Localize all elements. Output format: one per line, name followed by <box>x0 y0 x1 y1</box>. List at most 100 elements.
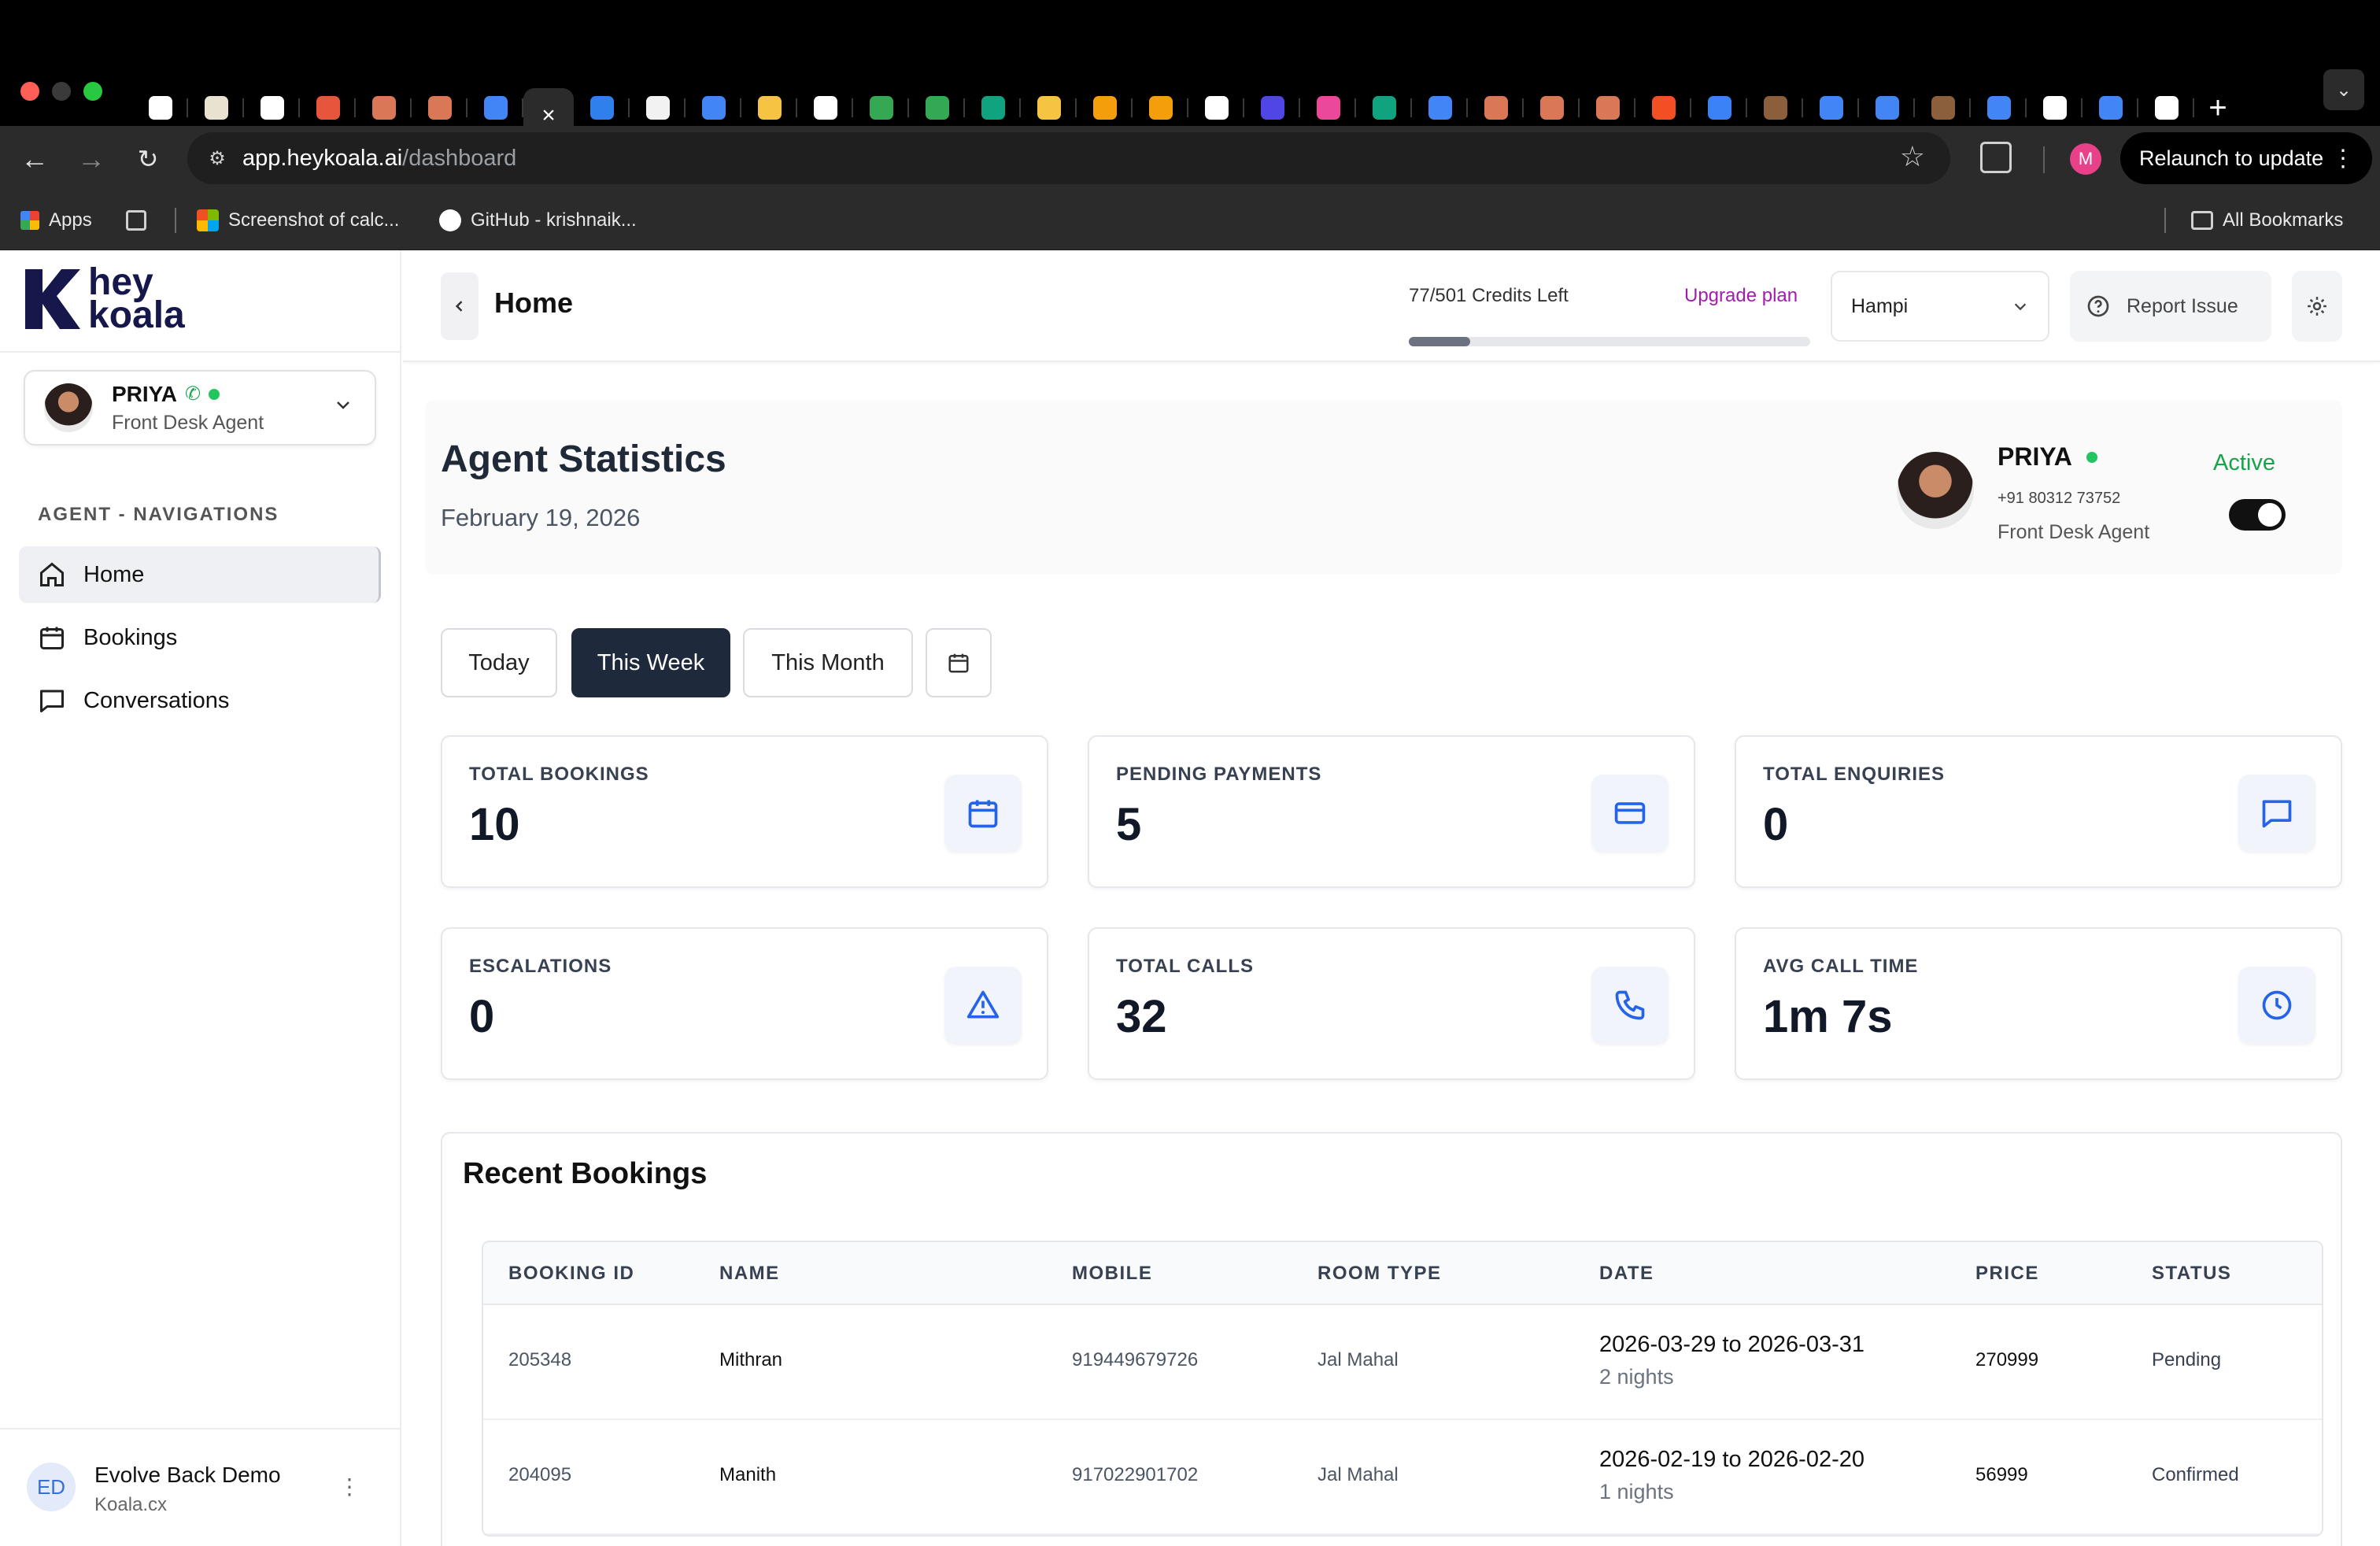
browser-tab[interactable] <box>132 89 188 127</box>
sidebar-item-conversations[interactable]: Conversations <box>19 672 381 729</box>
column-header-date[interactable]: DATE <box>1599 1263 1654 1285</box>
browser-tab[interactable] <box>853 89 909 127</box>
collapse-sidebar-button[interactable] <box>441 272 479 340</box>
stats-header-panel <box>425 400 2342 575</box>
browser-tab[interactable] <box>630 89 686 127</box>
table-row[interactable]: 204095 Manith 917022901702 Jal Mahal 202… <box>483 1420 2322 1535</box>
reload-icon[interactable]: ↻ <box>126 137 170 181</box>
browser-tab[interactable] <box>1412 89 1468 127</box>
upgrade-plan-link[interactable]: Upgrade plan <box>1684 285 1798 307</box>
browser-tab[interactable] <box>1077 89 1133 127</box>
column-header-mobile[interactable]: MOBILE <box>1072 1263 1152 1285</box>
range-today-button[interactable]: Today <box>441 628 557 697</box>
address-bar[interactable]: ⚙ app.heykoala.ai/dashboard ☆ <box>187 132 1950 184</box>
favicon-icon <box>148 96 172 120</box>
relaunch-button[interactable]: Relaunch to update ⋮ <box>2120 132 2372 184</box>
browser-tab[interactable] <box>909 89 965 127</box>
browser-tab[interactable] <box>2027 89 2082 127</box>
site-settings-icon[interactable]: ⚙ <box>201 142 233 174</box>
tab-search-button[interactable]: ⌄ <box>2323 69 2364 110</box>
browser-tab[interactable] <box>797 89 853 127</box>
zoom-window-button[interactable] <box>83 82 102 101</box>
browser-tab[interactable] <box>741 89 797 127</box>
range-this-week-button[interactable]: This Week <box>571 628 730 697</box>
column-header-room-type[interactable]: ROOM TYPE <box>1318 1263 1442 1285</box>
favicon-icon <box>589 96 614 120</box>
url-text[interactable]: app.heykoala.ai/dashboard <box>242 146 516 172</box>
bookmark-apps[interactable]: Apps <box>20 206 92 235</box>
settings-button[interactable] <box>2292 271 2342 342</box>
nights-cell: 2 nights <box>1599 1365 1674 1389</box>
browser-tab[interactable] <box>1971 89 2027 127</box>
stat-value: 1m 7s <box>1763 991 1893 1042</box>
agent-active-toggle[interactable] <box>2229 499 2286 531</box>
back-arrow-icon[interactable]: ← <box>13 137 57 181</box>
browser-tab[interactable] <box>244 89 300 127</box>
heykoala-logo[interactable]: hey koala <box>24 264 185 335</box>
browser-tab[interactable] <box>1580 89 1635 127</box>
browser-tab[interactable] <box>965 89 1021 127</box>
browser-tab[interactable] <box>2082 89 2138 127</box>
range-this-month-button[interactable]: This Month <box>743 628 913 697</box>
browser-tab[interactable] <box>1915 89 1971 127</box>
sidebar-item-home[interactable]: Home <box>19 546 381 603</box>
favicon-icon <box>1037 96 1061 120</box>
browser-tab[interactable] <box>300 89 356 127</box>
column-header-name[interactable]: NAME <box>719 1263 780 1285</box>
window-controls <box>20 82 102 101</box>
browser-tab[interactable] <box>188 89 244 127</box>
browser-tab[interactable] <box>1356 89 1412 127</box>
browser-tab[interactable] <box>1021 89 1077 127</box>
name-cell: Mithran <box>719 1349 783 1370</box>
report-issue-button[interactable]: Report Issue <box>2070 271 2271 342</box>
property-select[interactable]: Hampi <box>1831 271 2049 342</box>
browser-tab[interactable] <box>356 89 412 127</box>
browser-tab[interactable] <box>1133 89 1188 127</box>
browser-tab[interactable] <box>1188 89 1244 127</box>
bookmark-star-icon[interactable]: ☆ <box>1900 140 1925 173</box>
browser-tab[interactable] <box>1300 89 1356 127</box>
browser-tab[interactable] <box>1691 89 1747 127</box>
tab-groups-icon[interactable] <box>126 206 146 235</box>
browser-tab[interactable] <box>1635 89 1691 127</box>
column-header-status[interactable]: STATUS <box>2152 1263 2231 1285</box>
more-vert-icon[interactable]: ⋮ <box>338 1474 360 1500</box>
browser-tab[interactable] <box>412 89 468 127</box>
browser-tab[interactable] <box>1747 89 1803 127</box>
folder-icon <box>2191 211 2213 230</box>
table-row[interactable]: 205348 Mithran 919449679726 Jal Mahal 20… <box>483 1305 2322 1420</box>
stat-value: 10 <box>469 799 520 850</box>
column-header-price[interactable]: PRICE <box>1975 1263 2039 1285</box>
name-cell: Manith <box>719 1464 777 1485</box>
sidebar-item-bookings[interactable]: Bookings <box>19 609 381 666</box>
forward-arrow-icon[interactable]: → <box>69 137 113 181</box>
minimize-window-button[interactable] <box>52 82 71 101</box>
org-switcher[interactable]: ED Evolve Back Demo Koala.cx ⋮ <box>0 1428 401 1546</box>
date-picker-button[interactable] <box>926 628 992 697</box>
browser-tab[interactable] <box>1468 89 1524 127</box>
browser-tab[interactable] <box>468 89 523 127</box>
stat-card-total-calls: TOTAL CALLS 32 <box>1088 927 1695 1080</box>
browser-tab[interactable] <box>1524 89 1580 127</box>
browser-tab[interactable] <box>686 89 741 127</box>
all-bookmarks[interactable]: All Bookmarks <box>2191 206 2343 235</box>
bookmark-screenshot[interactable]: Screenshot of calc... <box>197 206 399 235</box>
browser-tab[interactable] <box>1803 89 1859 127</box>
browser-tab[interactable] <box>574 89 630 127</box>
apps-grid-icon <box>20 211 39 230</box>
phone-call-icon: ✆ <box>185 383 201 405</box>
chevron-down-icon <box>2014 303 2027 311</box>
agent-switcher[interactable]: PRIYA ✆ Front Desk Agent <box>24 370 376 446</box>
favicon-icon <box>813 96 837 120</box>
browser-tab[interactable] <box>1859 89 1915 127</box>
bookmark-github[interactable]: GitHub - krishnaik... <box>439 206 637 235</box>
extensions-icon[interactable] <box>1980 142 2012 173</box>
new-tab-button[interactable]: + <box>2194 91 2241 126</box>
column-header-booking-id[interactable]: BOOKING ID <box>508 1263 634 1285</box>
profile-avatar[interactable]: M <box>2070 143 2101 175</box>
more-vert-icon[interactable]: ⋮ <box>2331 145 2355 172</box>
close-window-button[interactable] <box>20 82 39 101</box>
browser-tab[interactable] <box>1244 89 1300 127</box>
browser-tab[interactable] <box>2138 89 2194 127</box>
bookmark-screenshot-label: Screenshot of calc... <box>228 209 400 231</box>
